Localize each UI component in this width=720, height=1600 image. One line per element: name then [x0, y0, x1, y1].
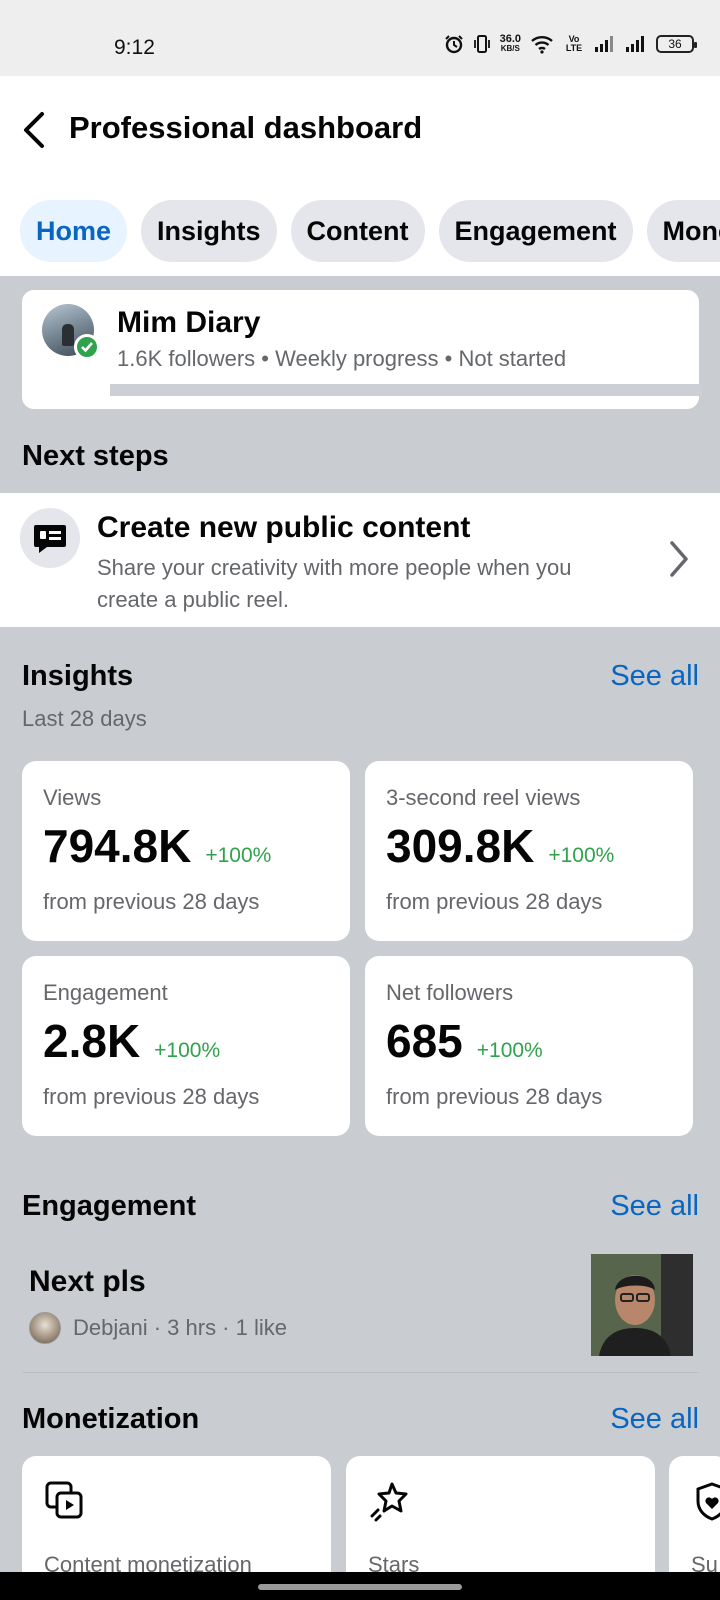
monetization-see-all-link[interactable]: See all	[610, 1403, 699, 1436]
engagement-heading: Engagement	[22, 1190, 197, 1222]
metric-value: 685	[386, 1015, 463, 1067]
profile-meta: 1.6K followers • Weekly progress • Not s…	[117, 346, 567, 371]
signal-icon-2	[626, 36, 644, 52]
profile-card[interactable]: Mim Diary 1.6K followers • Weekly progre…	[22, 290, 702, 409]
wifi-icon	[531, 36, 553, 54]
signal-icon	[595, 36, 613, 52]
page-title: Professional dashboard	[69, 110, 423, 145]
insights-see-all-link[interactable]: See all	[610, 660, 699, 693]
volte-label: Vo LTE	[565, 34, 583, 53]
metric-footnote: from previous 28 days	[43, 889, 260, 914]
metric-value: 2.8K	[43, 1015, 141, 1067]
chevron-right-icon	[670, 541, 688, 577]
subscriptions-icon	[696, 1482, 720, 1521]
metric-footnote: from previous 28 days	[43, 1084, 260, 1109]
metric-label: Engagement	[43, 980, 168, 1005]
stars-icon	[370, 1482, 408, 1522]
metric-change: +100%	[548, 844, 615, 867]
status-icons: 36.0 KB/S Vo LTE 36	[444, 34, 697, 54]
post-thumbnail[interactable]	[591, 1254, 693, 1356]
next-step-title: Create new public content	[97, 511, 471, 544]
metric-footnote: from previous 28 days	[386, 1084, 603, 1109]
metric-label: 3-second reel views	[386, 785, 581, 810]
metric-change: +100%	[154, 1039, 221, 1062]
post-thumbnail-image	[591, 1254, 693, 1356]
post-message-icon	[20, 508, 80, 568]
tab-home[interactable]: Home	[20, 200, 128, 262]
metric-card-reel-views[interactable]: 3-second reel views 309.8K +100% from pr…	[365, 761, 693, 941]
back-button[interactable]	[20, 106, 56, 154]
back-arrow-icon	[24, 112, 44, 148]
content-monetization-icon	[45, 1481, 83, 1519]
system-nav-bar	[0, 1572, 720, 1600]
profile-name: Mim Diary	[117, 306, 261, 339]
status-time: 9:12	[114, 36, 155, 59]
tab-insights[interactable]: Insights	[141, 200, 277, 262]
verified-check-icon	[74, 334, 100, 360]
metric-change: +100%	[476, 1039, 543, 1062]
metric-label: Net followers	[386, 980, 514, 1005]
metric-card-views[interactable]: Views 794.8K +100% from previous 28 days	[22, 761, 350, 941]
next-steps-heading: Next steps	[22, 440, 169, 472]
engagement-see-all-link[interactable]: See all	[610, 1190, 699, 1223]
metric-label: Views	[43, 785, 102, 810]
post-meta-row: Debjani · 3 hrs · 1 like	[29, 1312, 287, 1344]
alarm-icon	[444, 35, 463, 54]
net-speed-value: 36.0	[499, 33, 521, 45]
metric-value: 794.8K	[43, 820, 192, 872]
net-speed-unit: KB/S	[500, 44, 520, 53]
header: Professional dashboard Home Insights Con…	[0, 76, 720, 276]
insights-period: Last 28 days	[22, 706, 147, 731]
metric-change: +100%	[205, 844, 272, 867]
metric-card-engagement[interactable]: Engagement 2.8K +100% from previous 28 d…	[22, 956, 350, 1136]
tab-engagement[interactable]: Engagement	[438, 200, 633, 262]
net-speed: 36.0 KB/S	[500, 34, 521, 54]
weekly-progress-bar	[110, 384, 702, 396]
battery-icon: 36	[656, 35, 697, 53]
tab-bar: Home Insights Content Engagement Mone	[20, 200, 720, 262]
status-bar: 9:12 36.0 KB/S Vo LTE 36	[0, 0, 720, 76]
next-step-item[interactable]: Create new public content Share your cre…	[0, 493, 720, 627]
tab-content[interactable]: Content	[290, 200, 425, 262]
metric-value: 309.8K	[386, 820, 535, 872]
vibrate-icon	[473, 35, 490, 53]
battery-level: 36	[668, 37, 682, 51]
tab-monetization[interactable]: Mone	[646, 200, 720, 262]
insights-heading: Insights	[22, 660, 134, 692]
commenter-avatar	[29, 1312, 61, 1344]
home-gesture-handle[interactable]	[258, 1584, 462, 1590]
divider	[22, 1372, 699, 1373]
monetization-heading: Monetization	[22, 1403, 200, 1435]
post-title[interactable]: Next pls	[29, 1265, 146, 1299]
post-meta: Debjani · 3 hrs · 1 like	[73, 1315, 287, 1340]
next-step-description: Share your creativity with more people w…	[97, 555, 572, 612]
metric-card-net-followers[interactable]: Net followers 685 +100% from previous 28…	[365, 956, 693, 1136]
metric-footnote: from previous 28 days	[386, 889, 603, 914]
